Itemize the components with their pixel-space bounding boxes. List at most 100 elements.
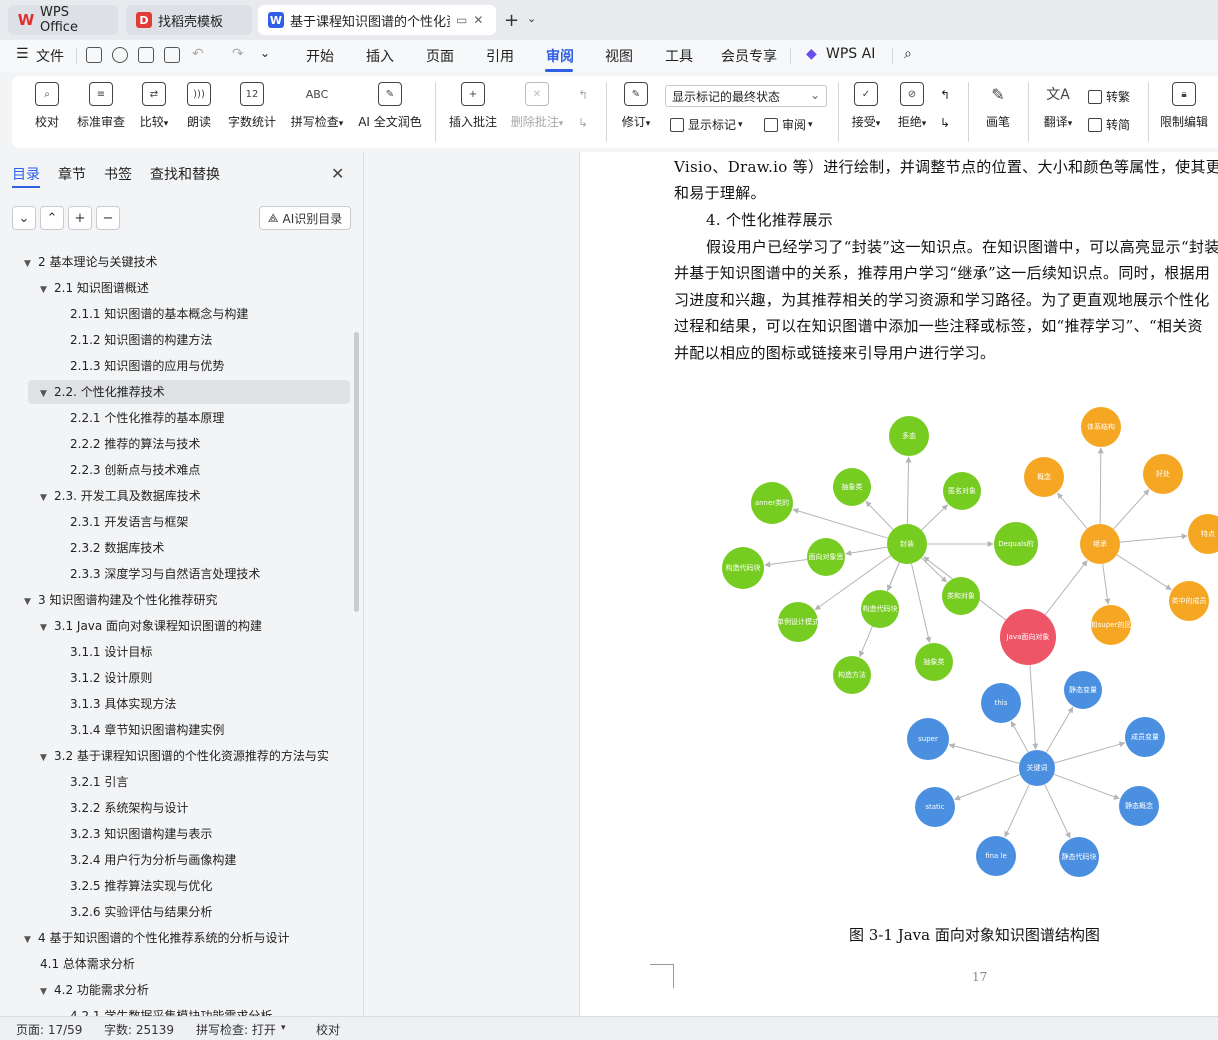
toc-item[interactable]: 2.2.2 推荐的算法与技术 (0, 432, 330, 456)
close-icon[interactable]: ✕ (331, 164, 344, 183)
insert-comment-button[interactable]: + 插入批注 (446, 82, 500, 130)
expand-arrow-icon[interactable]: ▼ (40, 486, 54, 508)
toc-item[interactable]: ▼ 2.3. 开发工具及数据库技术 (0, 484, 330, 508)
spell-check-status[interactable]: 拼写检查: 打开 (196, 1021, 276, 1038)
expand-arrow-icon[interactable]: ▼ (24, 252, 38, 274)
toc-item[interactable]: ▼ 3.2 基于课程知识图谱的个性化资源推荐的方法与实 ... (0, 744, 330, 768)
menu-view[interactable]: 视图 (605, 46, 633, 66)
document-page[interactable]: Visio、Draw.io 等）进行绘制，并调整节点的位置、大小和颜色等属性，使… (579, 152, 1218, 1016)
toc-item[interactable]: 2.3.3 深度学习与自然语言处理技术 (0, 562, 330, 586)
page-indicator[interactable]: 页面: 17/59 (16, 1021, 82, 1038)
collapse-all-button[interactable]: ⌃ (40, 206, 64, 230)
nav-tab-find-replace[interactable]: 查找和替换 (150, 164, 220, 184)
pen-button[interactable]: ✎ 画笔 (982, 82, 1014, 130)
prev-change-icon[interactable]: ↰ (940, 88, 950, 102)
redo-icon[interactable]: ↷ (232, 46, 244, 62)
menu-review[interactable]: 审阅 (546, 46, 574, 66)
next-change-icon[interactable]: ↳ (940, 116, 950, 130)
add-heading-button[interactable]: + (68, 206, 92, 230)
proofread-button[interactable]: ⌕ 校对 (32, 82, 62, 130)
prev-comment-icon[interactable]: ↰ (578, 88, 588, 102)
format-painter-icon[interactable] (112, 47, 128, 63)
expand-arrow-icon[interactable]: ▼ (40, 278, 54, 300)
expand-arrow-icon[interactable]: ▼ (24, 590, 38, 612)
toc-item[interactable]: ▼ 2.2. 个性化推荐技术 (28, 380, 350, 404)
menu-page[interactable]: 页面 (426, 46, 454, 66)
save-icon[interactable] (86, 47, 102, 63)
toc-item[interactable]: 2.3.2 数据库技术 (0, 536, 330, 560)
track-changes-button[interactable]: ✎ 修订▾ (616, 82, 656, 130)
toc-item[interactable]: ▼ 3.1 Java 面向对象课程知识图谱的构建 (0, 614, 330, 638)
add-icon[interactable]: + (504, 10, 519, 31)
standard-review-button[interactable]: ≡ 标准审查 (74, 82, 128, 130)
search-icon[interactable]: ⌕ (904, 46, 912, 62)
window-icon[interactable]: ▭ (456, 13, 467, 27)
expand-all-button[interactable]: ⌄ (12, 206, 36, 230)
expand-arrow-icon[interactable]: ▼ (40, 382, 54, 404)
toc-item[interactable]: 3.1.2 设计原则 (0, 666, 330, 690)
toc-item[interactable]: 4.1 总体需求分析 (0, 952, 330, 976)
delete-comment-button[interactable]: ✕ 删除批注▾ (506, 82, 568, 130)
expand-arrow-icon[interactable]: ▼ (40, 616, 54, 638)
toc-item[interactable]: 3.2.6 实验评估与结果分析 (0, 900, 330, 924)
chevron-down-icon[interactable]: ⌄ (260, 46, 270, 60)
nav-tab-toc[interactable]: 目录 (12, 164, 40, 184)
chevron-down-icon[interactable]: ▾ (281, 1023, 286, 1033)
nav-tab-bookmarks[interactable]: 书签 (104, 164, 132, 184)
tab-wps-office[interactable]: W WPS Office (8, 5, 118, 35)
ai-polish-button[interactable]: ✎ AI 全文润色 (356, 82, 424, 130)
menu-member[interactable]: 会员专享 (721, 46, 777, 66)
proofread-status[interactable]: 校对 (316, 1021, 340, 1038)
show-markup-button[interactable]: 显示标记 ▾ (670, 116, 743, 133)
toc-item[interactable]: 3.2.5 推荐算法实现与优化 (0, 874, 330, 898)
expand-arrow-icon[interactable]: ▼ (40, 980, 54, 1002)
menu-icon[interactable]: ☰ (16, 46, 29, 62)
tab-document[interactable]: W 基于课程知识图谱的个性化资 ▭ ✕ (258, 5, 496, 35)
toc-item[interactable]: 3.1.1 设计目标 (0, 640, 330, 664)
undo-icon[interactable]: ↶ (192, 46, 204, 62)
toc-item[interactable]: 2.2.3 创新点与技术难点 (0, 458, 330, 482)
review-pane-button[interactable]: 审阅 ▾ (764, 116, 813, 133)
close-icon[interactable]: ✕ (473, 13, 483, 27)
toc-item[interactable]: 2.3.1 开发语言与框架 (0, 510, 330, 534)
toc-item[interactable]: 3.2.4 用户行为分析与画像构建 (0, 848, 330, 872)
toc-item[interactable]: ▼ 4 基于知识图谱的个性化推荐系统的分析与设计 (0, 926, 330, 950)
tab-docer-templates[interactable]: D 找稻壳模板 (126, 5, 252, 35)
word-count-indicator[interactable]: 字数: 25139 (104, 1021, 174, 1038)
translate-button[interactable]: 文A 翻译▾ (1038, 82, 1078, 130)
to-traditional-button[interactable]: 转繁 (1088, 88, 1130, 105)
toc-item[interactable]: 3.2.2 系统架构与设计 (0, 796, 330, 820)
print-preview-icon[interactable] (164, 47, 180, 63)
toc-item[interactable]: 2.2.1 个性化推荐的基本原理 (0, 406, 330, 430)
chevron-down-icon[interactable]: ⌄ (527, 12, 536, 25)
toc-item[interactable]: 3.1.3 具体实现方法 (0, 692, 330, 716)
toc-item[interactable]: 2.1.3 知识图谱的应用与优势 (0, 354, 330, 378)
wps-ai-icon[interactable]: ◆ (806, 46, 817, 62)
spell-check-button[interactable]: ABC 拼写检查▾ (286, 82, 348, 130)
toc-item[interactable]: ▼ 2 基本理论与关键技术 (0, 250, 330, 274)
compare-button[interactable]: ⇄ 比较▾ (134, 82, 174, 130)
word-count-button[interactable]: 12 字数统计 (224, 82, 280, 130)
to-simplified-button[interactable]: 转简 (1088, 116, 1130, 133)
menu-insert[interactable]: 插入 (366, 46, 394, 66)
markup-state-select[interactable]: 显示标记的最终状态 ⌄ (665, 85, 827, 107)
reject-button[interactable]: ⊘ 拒绝▾ (892, 82, 932, 130)
toc-item[interactable]: 2.1.2 知识图谱的构建方法 (0, 328, 330, 352)
print-icon[interactable] (138, 47, 154, 63)
menu-home[interactable]: 开始 (306, 46, 334, 66)
read-aloud-button[interactable]: ))) 朗读 (184, 82, 214, 130)
nav-tab-sections[interactable]: 章节 (58, 164, 86, 184)
next-comment-icon[interactable]: ↳ (578, 116, 588, 130)
toc-item[interactable]: ▼ 3 知识图谱构建及个性化推荐研究 (0, 588, 330, 612)
menu-references[interactable]: 引用 (486, 46, 514, 66)
toc-item[interactable]: ▼ 2.1 知识图谱概述 (0, 276, 330, 300)
toc-item[interactable]: 2.1.1 知识图谱的基本概念与构建 (0, 302, 330, 326)
menu-wps-ai[interactable]: WPS AI (826, 46, 875, 62)
scrollbar[interactable] (354, 332, 359, 612)
menu-file[interactable]: 文件 (36, 46, 64, 66)
expand-arrow-icon[interactable]: ▼ (24, 928, 38, 950)
ai-toc-button[interactable]: ⟁ AI识别目录 (259, 206, 351, 230)
restrict-editing-button[interactable]: 🔒︎ 限制编辑 (1158, 82, 1210, 130)
toc-item[interactable]: 3.1.4 章节知识图谱构建实例 (0, 718, 330, 742)
toc-item[interactable]: 3.2.3 知识图谱构建与表示 (0, 822, 330, 846)
